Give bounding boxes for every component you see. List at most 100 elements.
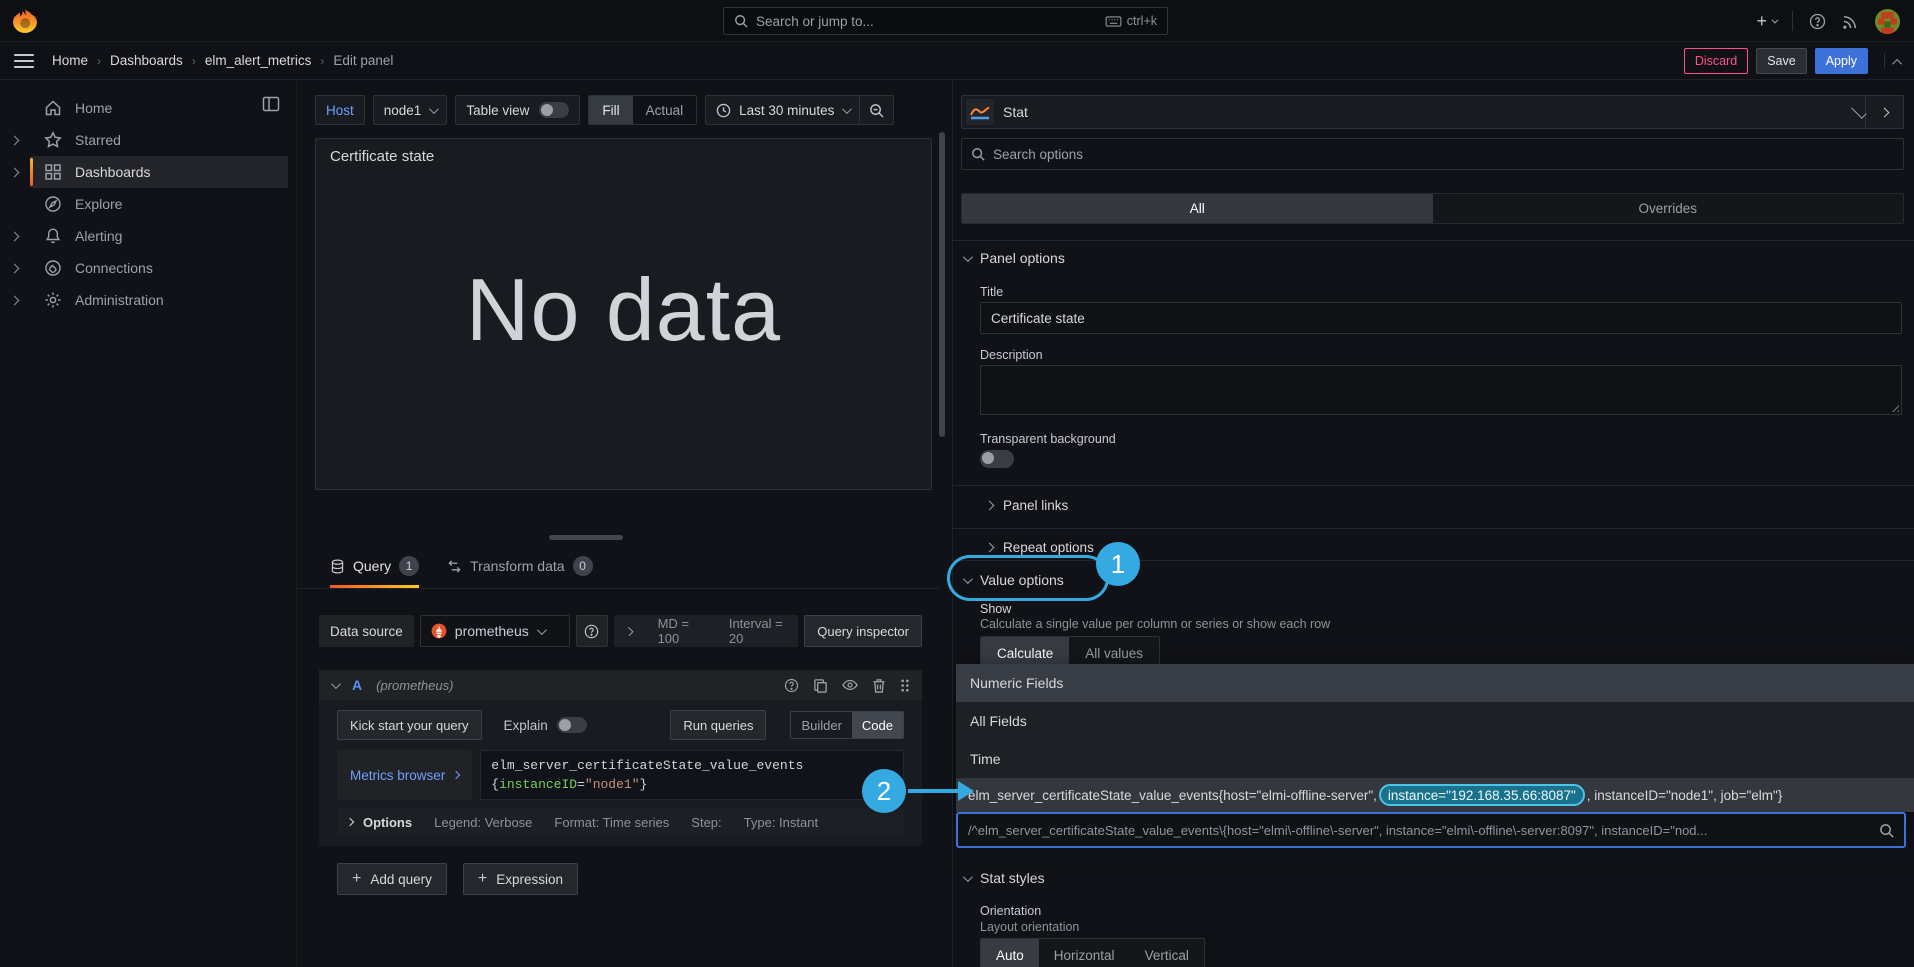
add-query-button[interactable]: +Add query (337, 863, 447, 895)
panel-title-input[interactable] (991, 311, 1891, 326)
code-option[interactable]: Code (852, 712, 903, 738)
datasource-select[interactable]: prometheus (420, 615, 570, 647)
compass-icon (44, 195, 62, 213)
breadcrumb-dashboards[interactable]: Dashboards (110, 53, 183, 68)
explain-toggle[interactable] (557, 717, 587, 733)
tab-transform-data[interactable]: Transform data 0 (447, 556, 592, 588)
orientation-description: Layout orientation (980, 920, 1079, 934)
sidebar-item-starred[interactable]: Starred (30, 124, 288, 156)
sidebar-item-label: Home (75, 100, 112, 116)
table-view-toggle[interactable] (539, 102, 569, 118)
run-queries-button[interactable]: Run queries (670, 710, 766, 740)
sidebar-item-alerting[interactable]: Alerting (30, 220, 288, 252)
sidebar-item-dashboards[interactable]: Dashboards (30, 156, 288, 188)
add-new-button[interactable]: + (1756, 11, 1776, 32)
query-options-row[interactable]: Options Legend: Verbose Format: Time ser… (337, 808, 904, 836)
panel-options-header[interactable]: Panel options (963, 250, 1065, 266)
promql-code-editor[interactable]: elm_server_certificateState_value_events… (480, 750, 904, 800)
breadcrumb-separator: › (97, 54, 101, 68)
duplicate-query-icon[interactable] (813, 678, 828, 693)
sidebar-item-administration[interactable]: Administration (30, 284, 288, 316)
panel-description-field[interactable] (980, 365, 1902, 415)
expand-chevron-icon[interactable] (10, 167, 20, 177)
stat-styles-header[interactable]: Stat styles (963, 870, 1045, 886)
global-search[interactable]: ctrl+k (723, 7, 1168, 35)
delete-query-trash-icon[interactable] (872, 678, 886, 693)
builder-option[interactable]: Builder (791, 712, 851, 738)
transparent-background-toggle[interactable] (980, 450, 1014, 468)
add-expression-button[interactable]: +Expression (463, 863, 578, 895)
options-search[interactable] (961, 138, 1904, 170)
save-button[interactable]: Save (1756, 48, 1807, 74)
fields-filter-field[interactable] (956, 812, 1906, 848)
sidebar-item-connections[interactable]: Connections (30, 252, 288, 284)
sidebar-item-home[interactable]: Home (30, 92, 288, 124)
expand-chevron-icon[interactable] (10, 135, 20, 145)
datasource-label: Data source (319, 615, 414, 647)
top-bar: ctrl+k + (0, 0, 1914, 42)
star-icon (44, 131, 62, 149)
tab-overrides[interactable]: Overrides (1433, 194, 1904, 223)
help-icon[interactable] (1809, 13, 1826, 30)
chevron-right-icon[interactable] (624, 626, 633, 635)
panel-links-section[interactable]: Panel links (986, 498, 1068, 513)
options-expand-chevron-icon[interactable] (346, 818, 354, 826)
options-search-input[interactable] (993, 147, 1894, 162)
panel-description-input[interactable] (981, 366, 1901, 414)
splitter-drag-handle[interactable] (549, 535, 623, 540)
dropdown-option-all-fields[interactable]: All Fields (956, 702, 1914, 740)
orientation-auto-option[interactable]: Auto (981, 939, 1039, 967)
title-label: Title (980, 285, 1003, 299)
zoom-out-time-button[interactable] (859, 96, 893, 124)
dropdown-option-time[interactable]: Time (956, 740, 1914, 778)
collapse-query-chevron-icon[interactable] (331, 679, 341, 689)
query-help-icon[interactable] (784, 678, 799, 693)
query-row-header[interactable]: A (prometheus) (319, 670, 922, 700)
drag-handle-icon[interactable] (900, 678, 910, 693)
plus-icon: + (478, 870, 487, 888)
host-variable-select[interactable]: node1 (373, 95, 448, 125)
expand-chevron-icon[interactable] (10, 231, 20, 241)
discard-button[interactable]: Discard (1684, 48, 1748, 74)
dropdown-option-metric-series[interactable]: elm_server_certificateState_value_events… (956, 778, 1914, 812)
news-icon[interactable] (1842, 13, 1859, 30)
table-view-toggle-group: Table view (455, 95, 580, 125)
datasource-help-button[interactable] (576, 615, 608, 647)
fields-filter-input[interactable] (968, 823, 1871, 838)
actual-option[interactable]: Actual (633, 96, 697, 124)
scrollbar-thumb[interactable] (939, 132, 945, 437)
sidebar-item-explore[interactable]: Explore (30, 188, 288, 220)
time-range-picker[interactable]: Last 30 minutes (706, 103, 859, 118)
collapse-pane-button[interactable] (1865, 96, 1903, 128)
tab-query[interactable]: Query 1 (330, 556, 419, 588)
orientation-horizontal-option[interactable]: Horizontal (1039, 939, 1130, 967)
apply-button[interactable]: Apply (1815, 48, 1868, 74)
collapse-header-button[interactable] (1884, 53, 1902, 69)
user-avatar[interactable] (1875, 9, 1900, 34)
menu-toggle-icon[interactable] (14, 54, 34, 68)
breadcrumb-dashboard-name[interactable]: elm_alert_metrics (205, 53, 312, 68)
kick-start-button[interactable]: Kick start your query (337, 710, 482, 740)
expand-chevron-icon[interactable] (10, 263, 20, 273)
query-actions-row: Kick start your query Explain Run querie… (337, 710, 904, 740)
visualization-picker[interactable]: Stat (961, 95, 1904, 129)
metrics-browser-button[interactable]: Metrics browser (337, 750, 472, 800)
no-data-message: No data (316, 259, 931, 361)
expand-chevron-icon[interactable] (10, 295, 20, 305)
panel-edit-actions: Discard Save Apply (1684, 48, 1902, 74)
search-input[interactable] (756, 14, 1097, 29)
breadcrumb-home[interactable]: Home (52, 53, 88, 68)
chevron-down-icon (842, 104, 852, 114)
repeat-options-section[interactable]: Repeat options (986, 540, 1094, 555)
fill-option[interactable]: Fill (589, 96, 632, 124)
disable-query-eye-icon[interactable] (842, 677, 858, 693)
dropdown-option-numeric-fields[interactable]: Numeric Fields (956, 664, 1914, 702)
grafana-logo-icon[interactable] (12, 8, 38, 34)
panel-preview[interactable]: Certificate state No data (315, 138, 932, 490)
sidebar-item-label: Administration (75, 292, 164, 308)
tab-all[interactable]: All (962, 194, 1433, 223)
orientation-vertical-option[interactable]: Vertical (1130, 939, 1204, 967)
query-inspector-button[interactable]: Query inspector (804, 615, 922, 647)
panel-title-field[interactable] (980, 302, 1902, 334)
annotation-arrow-head (958, 781, 974, 801)
